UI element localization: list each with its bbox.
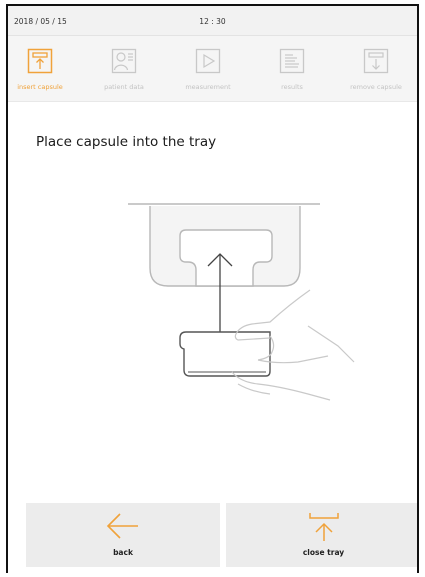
close-tray-label: close tray — [302, 548, 345, 557]
instruction-text: Place capsule into the tray — [36, 134, 217, 150]
step-label: remove capsule — [350, 83, 402, 91]
step-label: insert capsule — [17, 83, 63, 91]
capsule-tray-illustration — [128, 203, 355, 401]
step-patient-data[interactable]: patient data — [82, 36, 166, 102]
arrow-left-icon — [106, 513, 138, 539]
play-icon — [195, 48, 221, 74]
step-progress-bar: insert capsule patient data measurement — [8, 36, 417, 102]
app-window: 2018 / 05 / 15 12 : 30 insert capsule pa… — [6, 4, 419, 573]
step-label: results — [281, 83, 303, 91]
status-bar: 2018 / 05 / 15 12 : 30 — [8, 6, 417, 36]
step-label: patient data — [104, 83, 144, 91]
patient-data-icon — [111, 48, 137, 74]
step-label: measurement — [185, 83, 231, 91]
back-label: back — [113, 548, 133, 557]
bottom-action-bar: back close tray — [8, 503, 417, 573]
step-insert-capsule[interactable]: insert capsule — [8, 36, 82, 102]
results-icon — [279, 48, 305, 74]
step-measurement[interactable]: measurement — [166, 36, 250, 102]
insert-capsule-icon — [27, 48, 53, 74]
step-results[interactable]: results — [250, 36, 334, 102]
status-time: 12 : 30 — [199, 17, 226, 26]
step-remove-capsule[interactable]: remove capsule — [334, 36, 417, 102]
remove-capsule-icon — [363, 48, 389, 74]
close-tray-button[interactable]: close tray — [226, 503, 417, 567]
back-button[interactable]: back — [26, 503, 220, 567]
close-tray-icon — [308, 513, 339, 541]
